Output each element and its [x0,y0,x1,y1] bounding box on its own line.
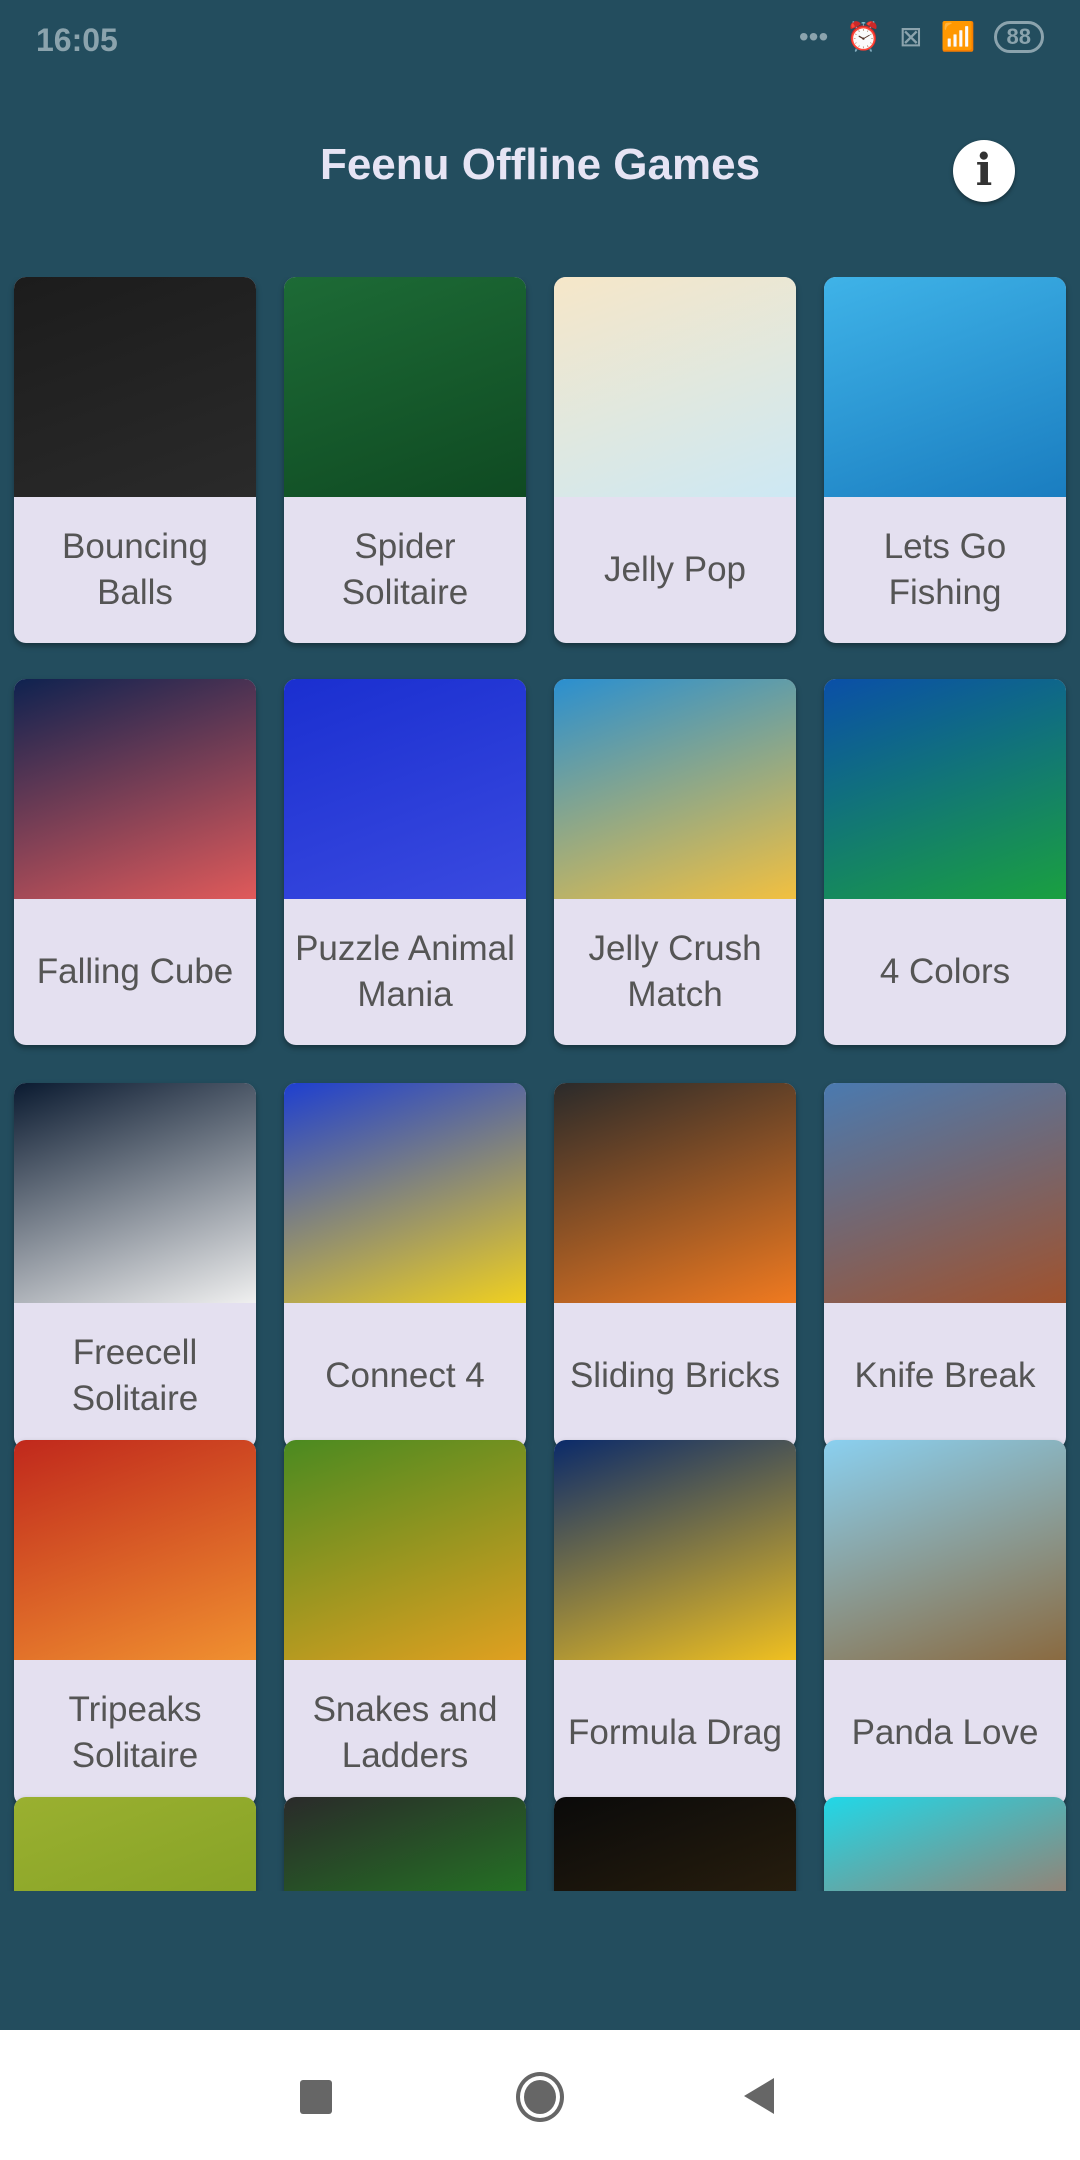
alarm-icon: ⏰ [846,21,882,52]
game-label: Connect 4 [325,1356,485,1395]
game-thumbnail [554,1083,796,1303]
game-thumbnail [14,1440,256,1660]
game-thumbnail [284,1083,526,1303]
game-label: Spider Solitaire [341,527,469,612]
sim-x-icon: ⊠ [899,21,923,52]
game-label: Jelly Crush Match [588,929,762,1014]
game-label: Sliding Bricks [569,1356,781,1395]
game-label: Lets Go Fishing [883,527,1007,612]
battery-icon: 88 [993,20,1044,53]
game-label: Knife Break [854,1356,1036,1395]
games-grid[interactable]: Bouncing Balls Spider Solitaire Jelly Pop L… [0,277,1080,1891]
page-title: Feenu Offline Games [319,140,761,189]
game-card[interactable]: Panda Love [824,1440,1066,1806]
navigation-bar [0,2030,1080,2160]
game-label: 4 Colors [879,952,1011,991]
game-thumbnail [824,1440,1066,1660]
game-label: Freecell Solitaire [71,1333,199,1418]
game-label: Bouncing Balls [62,527,208,612]
status-time: 16:05 [36,22,118,58]
game-thumbnail [554,277,796,497]
game-thumbnail [14,1797,256,1891]
wifi-icon: 📶 [940,21,976,52]
game-thumbnail [284,277,526,497]
game-thumbnail [824,1083,1066,1303]
recents-square-icon[interactable] [300,2080,332,2114]
game-thumbnail [284,1797,526,1891]
game-card[interactable]: Bouncing Balls [14,277,256,643]
game-card[interactable]: Tripeaks Solitaire [14,1440,256,1806]
game-label: Falling Cube [36,952,234,991]
game-card[interactable] [284,1797,526,1891]
game-card[interactable]: Falling Cube [14,679,256,1045]
game-label: Jelly Pop [603,550,747,589]
more-dots-icon: ••• [798,20,829,52]
info-icon[interactable]: i [953,140,1015,202]
back-triangle-icon[interactable] [744,2078,774,2114]
game-label: Snakes and Ladders [312,1690,498,1775]
game-card[interactable]: Freecell Solitaire [14,1083,256,1449]
game-card[interactable] [824,1797,1066,1891]
game-thumbnail [14,1083,256,1303]
game-label: Panda Love [851,1713,1039,1752]
game-thumbnail [824,277,1066,497]
game-card[interactable]: Knife Break [824,1083,1066,1449]
game-thumbnail [824,1797,1066,1891]
game-thumbnail [14,277,256,497]
game-card[interactable]: Puzzle Animal Mania [284,679,526,1045]
game-thumbnail [554,679,796,899]
game-thumbnail [14,679,256,899]
game-card[interactable]: 4 Colors [824,679,1066,1045]
game-thumbnail [554,1797,796,1891]
game-card[interactable]: Sliding Bricks [554,1083,796,1449]
game-card[interactable]: Connect 4 [284,1083,526,1449]
game-card[interactable] [554,1797,796,1891]
game-thumbnail [284,1440,526,1660]
game-thumbnail [554,1440,796,1660]
game-thumbnail [284,679,526,899]
game-card[interactable]: Jelly Pop [554,277,796,643]
game-label: Tripeaks Solitaire [68,1690,202,1775]
game-card[interactable]: Formula Drag [554,1440,796,1806]
game-thumbnail [824,679,1066,899]
game-label: Puzzle Animal Mania [295,929,515,1014]
home-circle-icon[interactable] [516,2072,564,2122]
game-card[interactable]: Jelly Crush Match [554,679,796,1045]
game-card[interactable] [14,1797,256,1891]
game-card[interactable]: Lets Go Fishing [824,277,1066,643]
status-bar: 16:05 ••• ⏰ ⊠ 📶 88 [0,0,1080,80]
game-card[interactable]: Snakes and Ladders [284,1440,526,1806]
game-label: Formula Drag [568,1713,782,1752]
game-card[interactable]: Spider Solitaire [284,277,526,643]
